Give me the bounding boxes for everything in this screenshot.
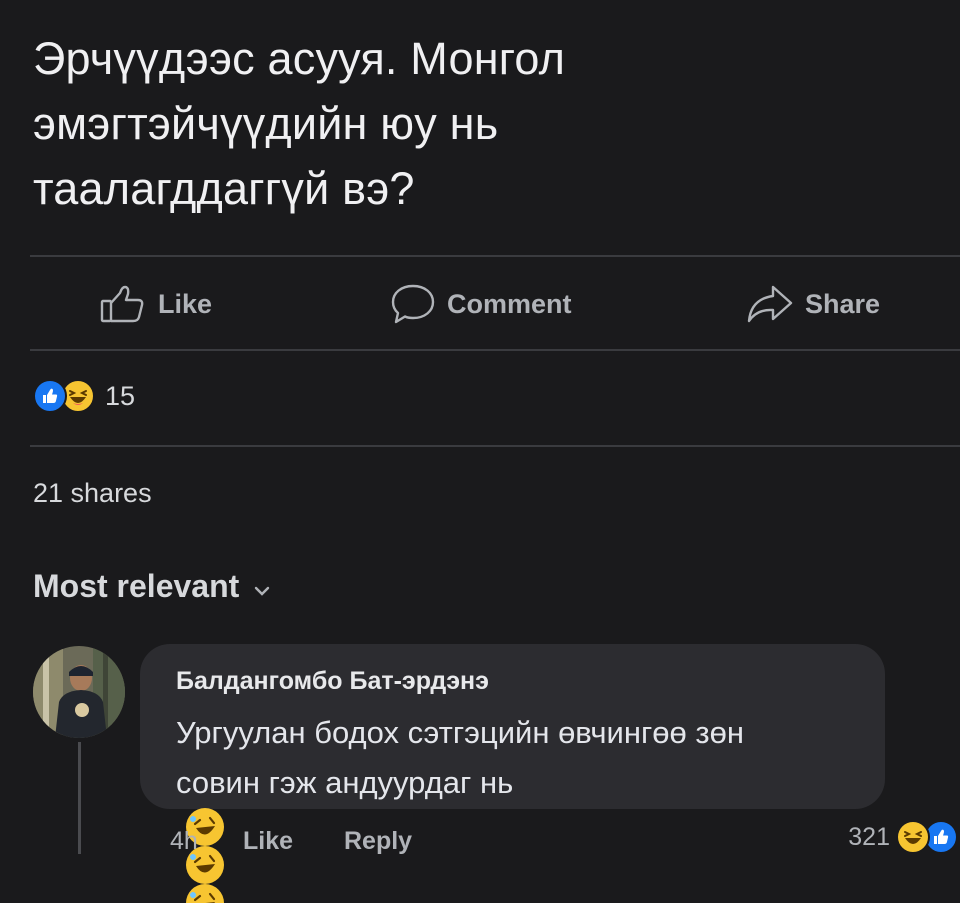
avatar[interactable] bbox=[33, 646, 125, 738]
divider bbox=[30, 349, 960, 351]
shares-count[interactable]: 21 shares bbox=[33, 478, 152, 509]
share-arrow-icon bbox=[745, 283, 795, 325]
comment-bubble: Балдангомбо Бат-эрдэнэ Ургуулан бодох сэ… bbox=[140, 644, 885, 903]
thumbs-up-icon bbox=[100, 284, 148, 324]
rofl-icon bbox=[186, 884, 224, 903]
comment-author[interactable]: Балдангомбо Бат-эрдэнэ bbox=[176, 667, 489, 696]
comment-like-button[interactable]: Like bbox=[243, 827, 293, 856]
post-text: Эрчүүдээс асууя. Монгол эмэгтэйчүүдийн ю… bbox=[33, 26, 913, 221]
comment-reactions[interactable]: 321 bbox=[848, 820, 958, 854]
reaction-count: 15 bbox=[105, 380, 136, 411]
share-button[interactable]: Share bbox=[745, 280, 880, 328]
post-text-line: эмэгтэйчүүдийн юу нь bbox=[33, 98, 499, 149]
comment-text: Ургуулан бодох сэтгэцийн өвчингөө зөн со… bbox=[176, 708, 744, 903]
comment-label: Comment bbox=[447, 288, 572, 319]
chevron-down-icon bbox=[253, 568, 271, 605]
post-page: Эрчүүдээс асууя. Монгол эмэгтэйчүүдийн ю… bbox=[0, 0, 960, 903]
comment-reaction-count: 321 bbox=[848, 822, 890, 851]
like-button[interactable]: Like bbox=[100, 280, 212, 328]
post-text-line: таалагддаггүй вэ? bbox=[33, 163, 415, 214]
reaction-summary[interactable]: 15 bbox=[33, 379, 135, 413]
like-icon bbox=[33, 379, 67, 413]
comment-reply-button[interactable]: Reply bbox=[344, 827, 412, 856]
divider bbox=[30, 445, 960, 447]
speech-bubble-icon bbox=[389, 282, 437, 326]
post-text-line: Эрчүүдээс асууя. Монгол bbox=[33, 33, 566, 84]
thread-line bbox=[78, 742, 81, 854]
comment-time: 4h bbox=[170, 827, 198, 855]
share-label: Share bbox=[805, 288, 881, 319]
comment-text-line: Ургуулан бодох сэтгэцийн өвчингөө зөн bbox=[176, 715, 744, 750]
divider bbox=[30, 255, 960, 257]
sort-dropdown[interactable]: Most relevant bbox=[33, 568, 271, 605]
haha-icon bbox=[896, 820, 930, 854]
comment-button[interactable]: Comment bbox=[389, 280, 572, 328]
sort-label: Most relevant bbox=[33, 568, 240, 604]
like-label: Like bbox=[158, 288, 213, 319]
